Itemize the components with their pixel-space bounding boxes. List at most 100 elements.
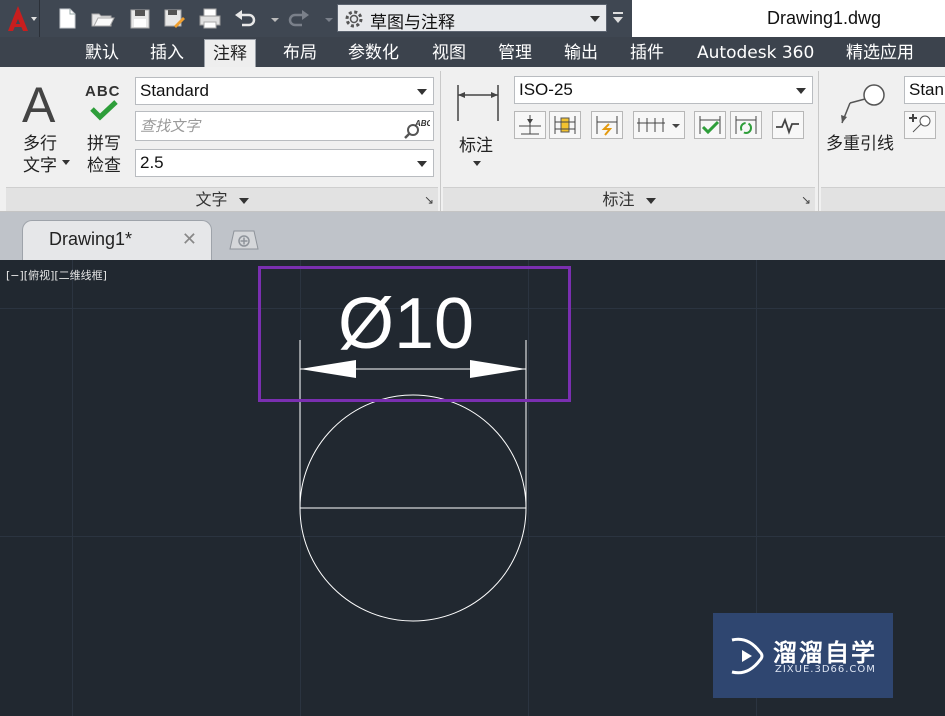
tab-addins[interactable]: 插件 bbox=[622, 39, 672, 67]
dim-update-button[interactable] bbox=[730, 111, 762, 139]
document-title: Drawing1.dwg bbox=[767, 8, 882, 28]
dialog-launcher-icon[interactable]: ↘ bbox=[801, 189, 811, 212]
dim-inspect-icon bbox=[699, 116, 721, 135]
workspace-label: 草图与注释 bbox=[370, 13, 455, 33]
dimension-button[interactable]: 标注 bbox=[448, 77, 506, 183]
panel-separator bbox=[818, 71, 819, 211]
checkmark-icon bbox=[90, 100, 118, 121]
tab-layout[interactable]: 布局 bbox=[275, 39, 325, 67]
watermark-subtitle: ZIXUE.3D66.COM bbox=[775, 664, 876, 675]
add-tab-icon bbox=[229, 230, 259, 250]
text-height-value: 2.5 bbox=[140, 153, 164, 172]
svg-text:ABC: ABC bbox=[414, 119, 430, 128]
autocad-logo-icon bbox=[8, 6, 37, 31]
add-leader-button[interactable] bbox=[904, 111, 936, 139]
dimension-panel-footer[interactable]: 标注 ↘ bbox=[443, 187, 815, 211]
gear-icon bbox=[345, 10, 363, 28]
spell-check-label-2: 检查 bbox=[87, 156, 121, 176]
text-style-value: Standard bbox=[140, 81, 209, 100]
text-height-select[interactable]: 2.5 bbox=[135, 149, 434, 177]
new-tab-button[interactable] bbox=[228, 227, 260, 251]
tab-manage[interactable]: 管理 bbox=[490, 39, 540, 67]
dimension-style-select[interactable]: ISO-25 bbox=[514, 76, 813, 104]
undo-dropdown-icon[interactable] bbox=[262, 6, 279, 31]
close-icon[interactable]: ✕ bbox=[182, 229, 197, 250]
text-panel-footer[interactable]: 文字 ↘ bbox=[6, 187, 438, 211]
ribbon-tab-bar: 默认 插入 注释 布局 参数化 视图 管理 输出 插件 Autodesk 360… bbox=[0, 37, 945, 67]
leader-panel-footer bbox=[821, 187, 945, 211]
open-file-icon[interactable] bbox=[89, 6, 115, 31]
spell-check-button[interactable]: ABC 拼写 检查 bbox=[80, 77, 130, 183]
chevron-down-icon bbox=[417, 89, 427, 95]
multileader-button[interactable]: 多重引线 bbox=[824, 77, 900, 183]
plot-print-icon[interactable] bbox=[197, 6, 223, 31]
dim-adjust-space-icon bbox=[554, 116, 576, 134]
chevron-down-icon bbox=[62, 160, 70, 165]
chevron-down-icon bbox=[645, 198, 656, 204]
find-text-placeholder: 查找文字 bbox=[140, 117, 201, 135]
tab-insert[interactable]: 插入 bbox=[142, 39, 192, 67]
dim-reassociate-button[interactable] bbox=[772, 111, 804, 139]
dim-jogged-icon bbox=[596, 116, 618, 136]
find-replace-icon[interactable]: ABC bbox=[404, 115, 430, 139]
tab-annotate[interactable]: 注释 bbox=[204, 39, 256, 67]
dim-update-icon bbox=[735, 116, 757, 134]
title-bar: 草图与注释 Drawing1.dwg bbox=[0, 0, 945, 37]
customize-qat-icon[interactable] bbox=[610, 8, 626, 28]
text-style-select[interactable]: Standard bbox=[135, 77, 434, 105]
multileader-style-value: Stan bbox=[909, 80, 944, 99]
multiline-text-button[interactable]: A 多行 文字 bbox=[14, 75, 70, 183]
multiline-text-label-1: 多行 bbox=[23, 134, 57, 154]
chevron-down-icon bbox=[238, 198, 249, 204]
undo-icon[interactable] bbox=[232, 6, 258, 31]
tab-home[interactable]: 默认 bbox=[77, 39, 127, 67]
redo-dropdown-icon[interactable] bbox=[316, 6, 333, 31]
multileader-icon bbox=[841, 84, 885, 124]
file-tab-drawing1[interactable]: Drawing1* ✕ bbox=[22, 220, 212, 260]
application-menu-button[interactable] bbox=[0, 0, 40, 37]
spell-check-label-1: 拼写 bbox=[87, 134, 121, 154]
tab-featured-apps[interactable]: 精选应用 bbox=[838, 39, 922, 67]
quick-access-toolbar: 草图与注释 bbox=[0, 0, 632, 37]
multiline-text-label-2: 文字 bbox=[23, 156, 57, 176]
chevron-down-icon bbox=[417, 161, 427, 167]
multileader-label: 多重引线 bbox=[826, 134, 894, 154]
dim-break-icon bbox=[519, 115, 541, 135]
dimension-panel-title: 标注 bbox=[602, 190, 635, 209]
dimension-label: 标注 bbox=[459, 136, 493, 156]
save-icon[interactable] bbox=[127, 6, 153, 31]
watermark-title: 溜溜自学 bbox=[773, 639, 877, 667]
multiline-text-icon: A bbox=[22, 77, 56, 133]
find-text-input[interactable]: 查找文字 ABC bbox=[135, 111, 434, 141]
tab-view[interactable]: 视图 bbox=[424, 39, 474, 67]
dim-continue-button[interactable] bbox=[633, 111, 685, 139]
new-file-icon[interactable] bbox=[54, 6, 80, 31]
chevron-down-icon bbox=[796, 88, 806, 94]
workspace-switcher[interactable]: 草图与注释 bbox=[337, 4, 607, 33]
panel-separator bbox=[440, 71, 441, 211]
dimension-style-value: ISO-25 bbox=[519, 80, 573, 99]
redo-icon[interactable] bbox=[286, 6, 312, 31]
chevron-down-icon bbox=[590, 16, 600, 22]
drawing-canvas[interactable]: [−][俯视][二维线框] Ø10 溜溜自学 ZIXUE.3D66.COM bbox=[0, 260, 945, 716]
linear-dimension-icon bbox=[457, 85, 499, 121]
add-leader-icon bbox=[909, 114, 931, 133]
save-as-icon[interactable] bbox=[161, 6, 187, 31]
dim-break-button[interactable] bbox=[514, 111, 546, 139]
dim-jogged-button[interactable] bbox=[591, 111, 623, 139]
highlight-annotation-box bbox=[258, 266, 571, 402]
multileader-style-select[interactable]: Stan bbox=[904, 76, 945, 104]
file-tab-name: Drawing1* bbox=[49, 229, 133, 249]
chevron-down-icon bbox=[473, 161, 481, 166]
tab-autodesk-360[interactable]: Autodesk 360 bbox=[689, 39, 822, 67]
text-panel-title: 文字 bbox=[195, 190, 228, 209]
tab-parametric[interactable]: 参数化 bbox=[340, 39, 407, 67]
dim-reassociate-icon bbox=[776, 117, 799, 135]
dim-inspect-button[interactable] bbox=[694, 111, 726, 139]
file-tab-bar: Drawing1* ✕ bbox=[0, 212, 945, 260]
dialog-launcher-icon[interactable]: ↘ bbox=[424, 189, 434, 212]
play-logo-icon bbox=[731, 637, 764, 675]
dim-adjust-space-button[interactable] bbox=[549, 111, 581, 139]
tab-output[interactable]: 输出 bbox=[556, 39, 606, 67]
dim-continue-icon bbox=[637, 118, 680, 132]
